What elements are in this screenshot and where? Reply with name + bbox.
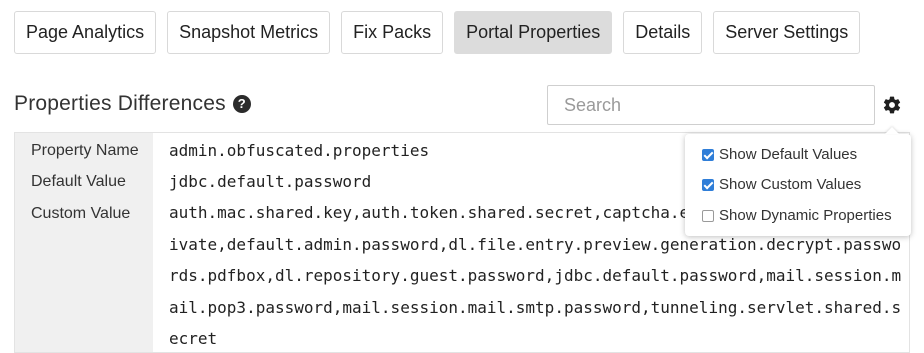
- custom-value-line: rds.pdfbox,dl.repository.guest.password,…: [169, 266, 902, 285]
- help-icon[interactable]: ?: [232, 95, 251, 113]
- search-input[interactable]: [547, 85, 875, 125]
- show-default-values-checkbox[interactable]: [702, 148, 714, 161]
- tab-fix-packs[interactable]: Fix Packs: [341, 11, 444, 54]
- custom-value-line: ail.pop3.password,mail.session.mail.smtp…: [169, 297, 902, 317]
- option-label: Show Default Values: [719, 146, 858, 163]
- custom-value-label: Custom Value: [31, 205, 131, 222]
- default-value: jdbc.default.password: [169, 172, 372, 191]
- tab-bar: Page Analytics Snapshot Metrics Fix Pack…: [14, 11, 861, 54]
- tab-snapshot-metrics[interactable]: Snapshot Metrics: [167, 11, 331, 54]
- show-custom-values-option[interactable]: Show Custom Values: [702, 176, 861, 193]
- option-label: Show Custom Values: [719, 176, 862, 193]
- show-dynamic-properties-checkbox[interactable]: [702, 209, 714, 222]
- tab-server-settings[interactable]: Server Settings: [713, 11, 861, 54]
- property-name-value: admin.obfuscated.properties: [169, 141, 430, 160]
- portal-properties-page: Page Analytics Snapshot Metrics Fix Pack…: [0, 0, 924, 353]
- custom-value-line: ecret: [169, 329, 218, 348]
- show-custom-values-checkbox[interactable]: [702, 178, 714, 191]
- section-header: Properties Differences ?: [14, 92, 251, 116]
- default-value-label: Default Value: [31, 173, 126, 190]
- gear-icon[interactable]: [882, 95, 902, 115]
- tab-portal-properties[interactable]: Portal Properties: [454, 11, 613, 54]
- property-name-label: Property Name: [31, 142, 139, 159]
- settings-dropdown: Show Default Values Show Custom Values S…: [685, 134, 911, 236]
- tab-details[interactable]: Details: [623, 11, 703, 54]
- section-title: Properties Differences: [14, 92, 226, 115]
- tab-page-analytics[interactable]: Page Analytics: [14, 11, 157, 54]
- show-default-values-option[interactable]: Show Default Values: [702, 146, 857, 163]
- option-label: Show Dynamic Properties: [719, 207, 892, 224]
- show-dynamic-properties-option[interactable]: Show Dynamic Properties: [702, 207, 892, 224]
